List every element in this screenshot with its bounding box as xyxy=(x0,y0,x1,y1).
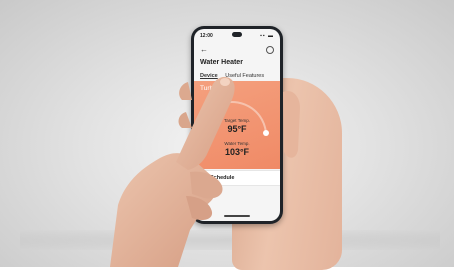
target-temp-value: 95°F xyxy=(227,124,247,134)
floor-shadow xyxy=(20,230,440,250)
water-temp-value: 103°F xyxy=(224,147,250,157)
tab-device[interactable]: Device xyxy=(200,73,218,79)
tab-useful-features[interactable]: Useful Features xyxy=(225,73,264,79)
device-card: Turbo Target Temp. 95°F Water Temp. 103°… xyxy=(194,81,280,169)
tab-bar: Device Useful Features xyxy=(200,73,264,79)
gear-icon[interactable] xyxy=(266,46,274,54)
status-bar: 12:00 ▪▪ ▬ xyxy=(200,33,274,41)
water-temp-label: Water Temp. xyxy=(224,141,250,146)
status-time: 12:00 xyxy=(200,33,213,39)
back-arrow-icon[interactable]: ← xyxy=(200,45,208,54)
phone-screen: 12:00 ▪▪ ▬ ← Water Heater Device Useful … xyxy=(194,29,280,221)
schedule-row[interactable]: Schedule xyxy=(194,170,280,186)
status-indicators: ▪▪ ▬ xyxy=(260,33,274,39)
smartphone: 12:00 ▪▪ ▬ ← Water Heater Device Useful … xyxy=(191,26,283,224)
schedule-label: Schedule xyxy=(210,175,235,181)
page-title: Water Heater xyxy=(200,59,243,66)
home-indicator[interactable] xyxy=(224,215,250,217)
target-temp-label: Target Temp. xyxy=(224,118,250,123)
